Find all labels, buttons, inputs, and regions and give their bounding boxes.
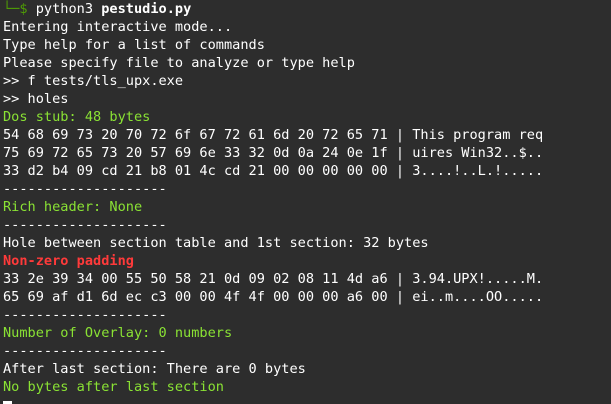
hexdump-row: 54 68 69 73 20 70 72 6f 67 72 61 6d 20 7… [3, 127, 544, 143]
after-last-section-info: After last section: There are 0 bytes [3, 361, 306, 377]
hexdump-row: 33 d2 b4 09 cd 21 b8 01 4c cd 21 00 00 0… [3, 163, 544, 179]
command-base: python3 [35, 1, 94, 17]
output-line-specify-file: Please specify file to analyze or type h… [3, 55, 355, 71]
input-line-holes: >> holes [3, 91, 69, 107]
hexdump-row: 65 69 af d1 6d ec c3 00 00 4f 4f 00 00 0… [3, 289, 544, 305]
input-line-current[interactable] [3, 396, 611, 404]
dos-stub-heading: Dos stub: 48 bytes [3, 109, 151, 125]
terminal-window[interactable]: └─$ python3 pestudio.py Entering interac… [0, 0, 611, 404]
no-bytes-status: No bytes after last section [3, 379, 224, 395]
hexdump-row: 33 2e 39 34 00 55 50 58 21 0d 09 02 08 1… [3, 271, 544, 287]
separator: -------------------- [3, 307, 167, 323]
input-line-file: >> f tests/tls_upx.exe [3, 73, 184, 89]
output-line-interactive: Entering interactive mode... [3, 19, 233, 35]
command-arg: pestudio.py [101, 1, 192, 17]
output-line-help-hint: Type help for a list of commands [3, 37, 265, 53]
prompt-corner: └─$ [3, 1, 28, 17]
hexdump-row: 75 69 72 65 73 20 57 69 6e 33 32 0d 0a 2… [3, 145, 544, 161]
prompt-line: └─$ python3 pestudio.py [3, 0, 611, 18]
separator: -------------------- [3, 181, 167, 197]
hole-heading: Hole between section table and 1st secti… [3, 235, 429, 251]
non-zero-padding-warning: Non-zero padding [3, 253, 134, 269]
separator: -------------------- [3, 343, 167, 359]
rich-header-status: Rich header: None [3, 199, 143, 215]
separator: -------------------- [3, 217, 167, 233]
overlay-status: Number of Overlay: 0 numbers [3, 325, 233, 341]
